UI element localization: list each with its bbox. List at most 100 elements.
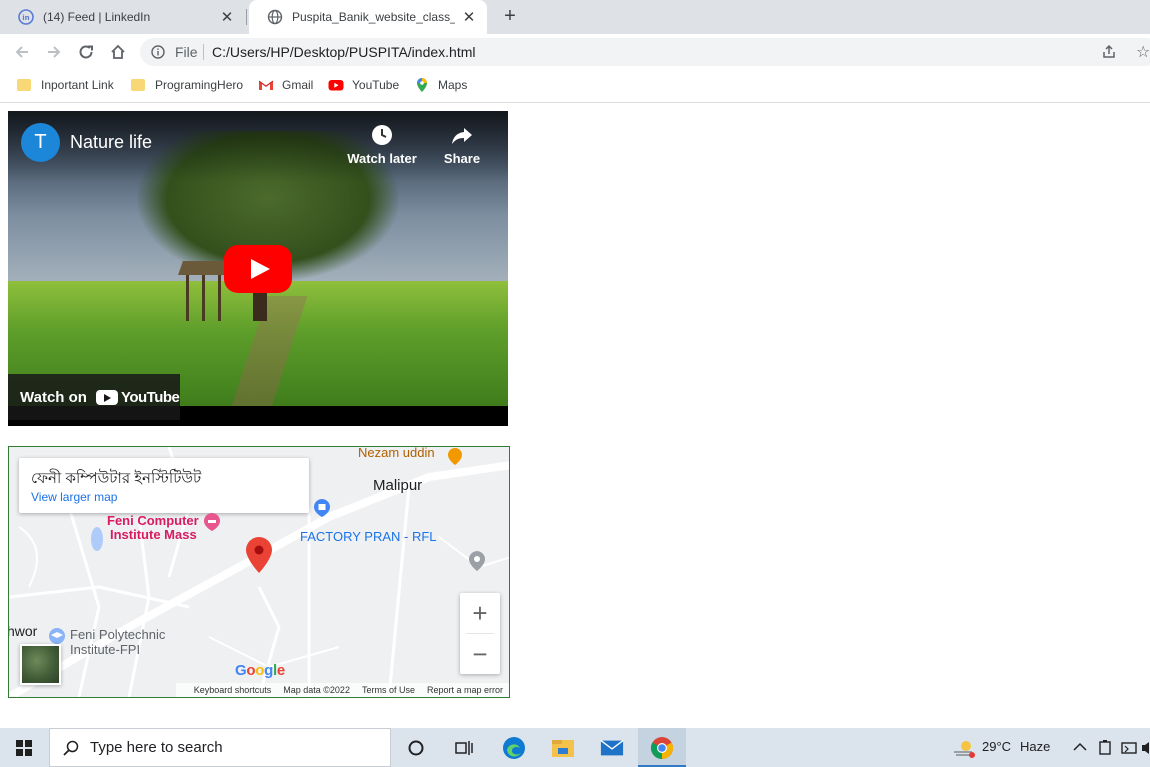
shop-pin-icon[interactable]	[313, 499, 331, 517]
keyboard-shortcuts-link[interactable]: Keyboard shortcuts	[194, 685, 272, 695]
close-tab-icon[interactable]: ✕	[219, 8, 235, 26]
home-icon	[111, 44, 125, 59]
map-data-label: Map data ©2022	[283, 685, 350, 695]
youtube-icon	[328, 80, 344, 91]
task-view-icon[interactable]	[452, 736, 476, 760]
weather-haze-icon[interactable]	[952, 738, 976, 758]
poi-feni-polytechnic-line1[interactable]: Feni Polytechnic	[70, 627, 165, 642]
tab-strip: in (14) Feed | LinkedIn ✕ Puspita_Banik_…	[0, 0, 1150, 34]
location-marker-icon[interactable]	[246, 537, 272, 573]
tab-linkedin[interactable]: in (14) Feed | LinkedIn ✕	[0, 0, 245, 34]
home-button[interactable]	[107, 41, 129, 63]
back-button[interactable]	[11, 41, 33, 63]
globe-icon	[267, 9, 283, 25]
poi-feni-computer-line2[interactable]: Institute Mass	[110, 527, 197, 542]
bookmark-programinghero[interactable]: ProgramingHero	[131, 77, 243, 93]
address-bar[interactable]: File C:/Users/HP/Desktop/PUSPITA/index.h…	[140, 38, 1150, 66]
bookmark-youtube[interactable]: YouTube	[328, 77, 399, 93]
scheme-label: File	[175, 44, 198, 60]
share-icon[interactable]	[1101, 44, 1117, 60]
poi-feni-polytechnic-line2[interactable]: Institute-FPI	[70, 642, 140, 657]
place-name: ফেনী কম্পিউটার ইনস্টিটিউট	[31, 470, 202, 487]
bookmark-label: Gmail	[282, 78, 314, 92]
folder-icon	[17, 77, 33, 93]
linkedin-icon: in	[18, 9, 34, 25]
bookmarks-bar: Inportant Link ProgramingHero Gmail YouT…	[0, 70, 1150, 103]
windows-start-icon[interactable]	[16, 740, 32, 756]
bookmark-maps[interactable]: Maps	[414, 77, 467, 93]
star-icon[interactable]: ☆	[1136, 42, 1150, 62]
school-pin-icon[interactable]	[48, 627, 66, 645]
reload-icon	[79, 45, 93, 59]
battery-icon[interactable]	[1098, 740, 1112, 756]
volume-icon[interactable]	[1142, 740, 1150, 756]
google-logo: Google	[235, 662, 285, 679]
network-icon[interactable]	[1121, 740, 1137, 756]
forward-button[interactable]	[43, 41, 65, 63]
zoom-controls: + −	[460, 593, 500, 674]
zoom-in-button[interactable]: +	[460, 593, 500, 633]
chevron-up-icon[interactable]	[1073, 742, 1087, 752]
watch-later-button[interactable]: Watch later	[342, 123, 422, 166]
share-button[interactable]: Share	[422, 123, 502, 166]
tab-separator	[246, 9, 247, 25]
play-button[interactable]	[224, 245, 292, 293]
video-title[interactable]: Nature life	[70, 132, 152, 153]
terms-link[interactable]: Terms of Use	[362, 685, 415, 695]
folder-icon	[131, 77, 147, 93]
gmail-icon	[258, 80, 274, 90]
maps-icon	[417, 78, 427, 92]
file-explorer-icon[interactable]	[551, 736, 575, 760]
youtube-logo-text: YouTube	[120, 388, 180, 406]
map-footer: Keyboard shortcuts Map data ©2022 Terms …	[175, 683, 509, 697]
poi-orange-pin-icon[interactable]	[446, 447, 464, 465]
reload-button[interactable]	[75, 41, 97, 63]
poi-feni-computer-line1[interactable]: Feni Computer	[107, 513, 199, 528]
close-tab-icon[interactable]: ✕	[461, 8, 477, 26]
poi-nezam-uddin[interactable]: Nezam uddin	[358, 447, 435, 460]
address-separator	[203, 44, 204, 60]
google-map-embed[interactable]: ফেনী কম্পিউটার ইনস্টিটিউট View larger ma…	[8, 446, 510, 698]
chrome-icon[interactable]	[650, 736, 674, 760]
search-icon	[63, 740, 79, 756]
satellite-toggle[interactable]	[20, 644, 61, 685]
report-error-link[interactable]: Report a map error	[427, 685, 503, 695]
clock-icon	[372, 125, 392, 145]
watch-on-youtube-button[interactable]: Watch on YouTube	[8, 374, 180, 420]
watch-on-label: Watch on	[20, 388, 87, 406]
bookmark-label: YouTube	[352, 78, 400, 92]
poi-factory-pran[interactable]: FACTORY PRAN - RFL	[300, 529, 437, 544]
bookmark-gmail[interactable]: Gmail	[258, 77, 313, 93]
new-tab-button[interactable]: +	[499, 5, 521, 27]
channel-avatar[interactable]: T	[21, 123, 60, 162]
edge-icon[interactable]	[502, 736, 526, 760]
park-pin-icon[interactable]	[468, 551, 486, 573]
info-icon[interactable]	[151, 45, 165, 59]
youtube-play-icon	[95, 389, 118, 405]
youtube-logo: YouTube	[95, 388, 180, 406]
locality-hwor: hwor	[8, 623, 38, 639]
bookmark-label: Maps	[438, 78, 468, 92]
url-text[interactable]: C:/Users/HP/Desktop/PUSPITA/index.html	[212, 44, 475, 60]
share-arrow-icon	[452, 128, 472, 144]
hotel-pin-icon[interactable]	[203, 513, 221, 531]
zoom-out-button[interactable]: −	[460, 634, 500, 674]
tab-local-page[interactable]: Puspita_Banik_website_class_prac ✕	[249, 0, 487, 34]
watch-later-label: Watch later	[347, 151, 417, 166]
bookmark-label: Inportant Link	[41, 78, 114, 92]
bookmark-label: ProgramingHero	[155, 78, 244, 92]
youtube-embed[interactable]: T Nature life Watch later Share Watch on…	[8, 111, 508, 426]
arrow-left-icon	[15, 46, 28, 58]
weather-temp[interactable]: 29°C	[982, 739, 1011, 754]
cortana-icon[interactable]	[404, 736, 428, 760]
weather-desc[interactable]: Haze	[1020, 739, 1050, 754]
view-larger-map-link[interactable]: View larger map	[31, 490, 117, 504]
taskbar-search[interactable]: Type here to search	[49, 728, 391, 767]
tab-title: (14) Feed | LinkedIn	[43, 10, 151, 24]
mail-icon[interactable]	[600, 736, 624, 760]
place-card: ফেনী কম্পিউটার ইনস্টিটিউট View larger ma…	[19, 458, 309, 513]
share-label: Share	[443, 151, 481, 166]
bookmark-inportant-link[interactable]: Inportant Link	[17, 77, 114, 93]
locality-malipur: Malipur	[373, 477, 423, 494]
svg-text:in: in	[22, 14, 29, 22]
